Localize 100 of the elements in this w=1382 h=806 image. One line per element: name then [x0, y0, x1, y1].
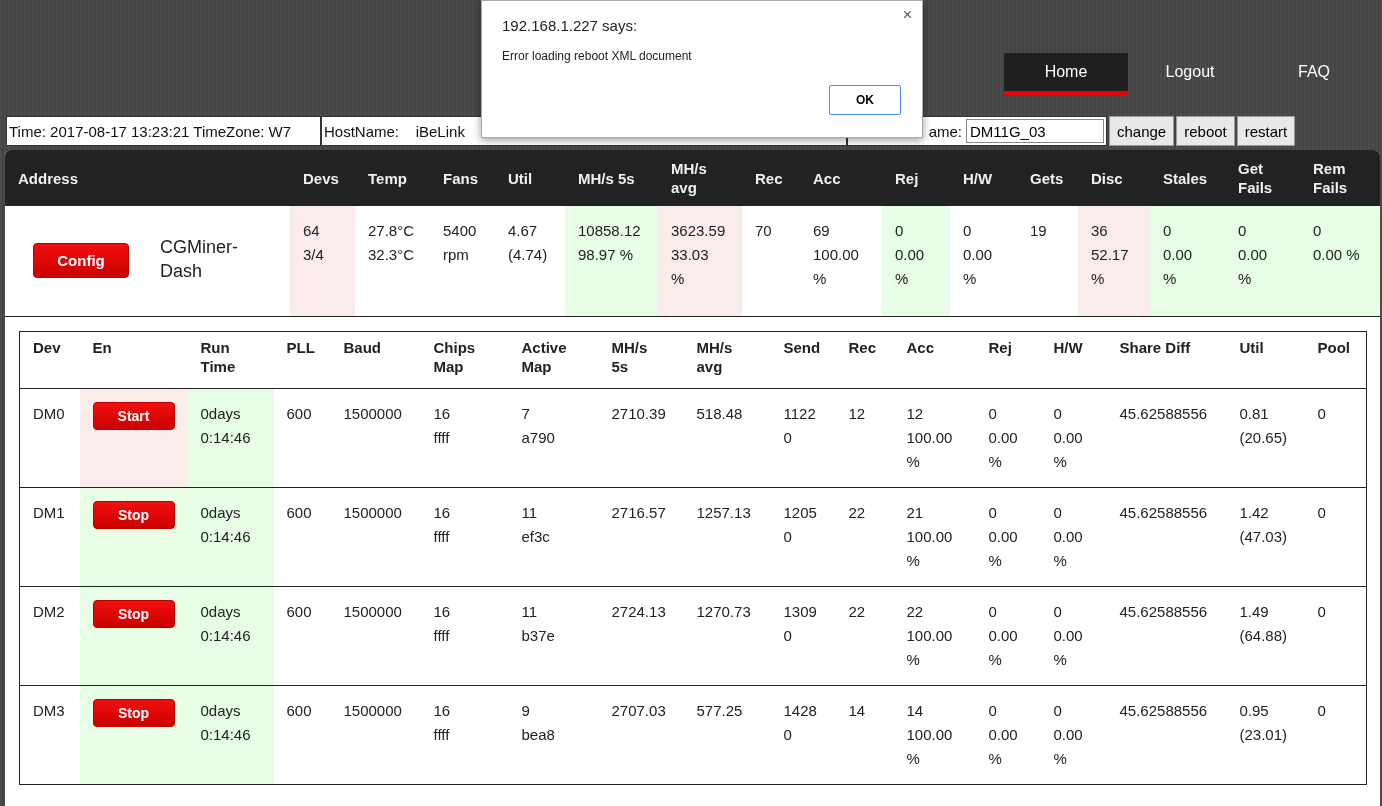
nav-tab[interactable]: Logout: [1128, 53, 1252, 95]
close-button[interactable]: ×: [900, 6, 914, 24]
table-cell: 518.48: [683, 388, 771, 487]
toggle-button[interactable]: Stop: [92, 698, 175, 727]
table-cell: DM0: [19, 388, 80, 487]
column-header: Disc: [1078, 150, 1150, 206]
table-cell: 1309 0: [770, 586, 836, 685]
column-header: Pool: [1304, 331, 1367, 388]
table-cell: 11 ef3c: [508, 487, 599, 586]
column-header: Util: [495, 150, 565, 206]
table-cell: 0 0.00 %: [1040, 487, 1107, 586]
ok-button[interactable]: OK: [829, 85, 901, 115]
table-cell: 0: [1304, 388, 1367, 487]
table-cell: 1500000: [330, 388, 421, 487]
hostname-input[interactable]: DM11G_03: [966, 119, 1104, 143]
column-header: Rem Fails: [1300, 150, 1380, 206]
table-cell: 1257.13: [683, 487, 771, 586]
table-cell: 1122 0: [770, 388, 836, 487]
table-cell: 1428 0: [770, 685, 836, 784]
table-cell: 0days 0:14:46: [187, 685, 274, 784]
table-cell: 10858.12 98.97 %: [565, 206, 658, 316]
action-button[interactable]: change: [1109, 116, 1175, 146]
column-header: Share Diff: [1106, 331, 1227, 388]
table-cell: 600: [273, 487, 331, 586]
column-header: Acc: [893, 331, 976, 388]
column-header: Rej: [975, 331, 1041, 388]
toggle-button[interactable]: Start: [92, 401, 175, 430]
table-cell: 22 100.00 %: [893, 586, 976, 685]
table-cell: 16 ffff: [420, 685, 509, 784]
table-cell: 9 bea8: [508, 685, 599, 784]
table-cell: DM2: [19, 586, 80, 685]
table-cell: 1.42 (47.03): [1226, 487, 1305, 586]
column-header: Get Fails: [1225, 150, 1300, 206]
action-button[interactable]: restart: [1236, 116, 1296, 146]
column-header: Active Map: [508, 331, 599, 388]
table-cell: 0 0.00 %: [975, 685, 1041, 784]
table-cell: 16 ffff: [420, 388, 509, 487]
dialog-message: Error loading reboot XML document: [502, 49, 692, 63]
table-cell: 600: [273, 586, 331, 685]
table-cell: 27.8°C 32.3°C: [355, 206, 430, 316]
table-cell: 0 0.00 %: [975, 586, 1041, 685]
column-header: Baud: [330, 331, 421, 388]
table-cell: DM3: [19, 685, 80, 784]
table-cell: 0days 0:14:46: [187, 388, 274, 487]
table-cell: 0 0.00 %: [950, 206, 1017, 316]
column-header: Rej: [882, 150, 950, 206]
table-cell: 36 52.17 %: [1078, 206, 1150, 316]
column-header: MH/s avg: [683, 331, 771, 388]
table-cell: 14 100.00 %: [893, 685, 976, 784]
table-cell: 0 0.00 %: [975, 388, 1041, 487]
table-cell: DM1: [19, 487, 80, 586]
column-header: H/W: [1040, 331, 1107, 388]
column-header: En: [79, 331, 188, 388]
column-header: MH/s 5s: [565, 150, 658, 206]
table-cell: 0 0.00 %: [1300, 206, 1380, 316]
table-cell: 64 3/4: [290, 206, 355, 316]
table-cell: 0: [1304, 487, 1367, 586]
table-cell: 0 0.00 %: [1040, 586, 1107, 685]
table-cell: 0days 0:14:46: [187, 487, 274, 586]
column-header: Util: [1226, 331, 1305, 388]
hostname-text: HostName: iBeLink: [324, 122, 465, 140]
table-cell: 0 0.00 %: [1150, 206, 1225, 316]
table-cell: 0 0.00 %: [1225, 206, 1300, 316]
column-header: Acc: [800, 150, 882, 206]
toggle-button[interactable]: Stop: [92, 500, 175, 529]
table-cell: 22: [835, 487, 894, 586]
table-cell: 0days 0:14:46: [187, 586, 274, 685]
table-cell: 16 ffff: [420, 586, 509, 685]
table-cell: 7 a790: [508, 388, 599, 487]
toggle-button[interactable]: Stop: [92, 599, 175, 628]
table-cell: 577.25: [683, 685, 771, 784]
table-cell: 45.62588556: [1106, 388, 1227, 487]
table-cell: 5400 rpm: [430, 206, 495, 316]
action-button[interactable]: reboot: [1176, 116, 1235, 146]
nav-tab[interactable]: Home: [1004, 53, 1128, 95]
table-cell: 1270.73: [683, 586, 771, 685]
table-cell: 0: [1304, 586, 1367, 685]
column-header: Temp: [355, 150, 430, 206]
column-header: H/W: [950, 150, 1017, 206]
table-cell: 70: [742, 206, 800, 316]
table-cell: 0 0.00 %: [975, 487, 1041, 586]
column-header: Fans: [430, 150, 495, 206]
table-cell: 45.62588556: [1106, 487, 1227, 586]
table-cell: 1.49 (64.88): [1226, 586, 1305, 685]
column-header: MH/s avg: [658, 150, 742, 206]
table-cell: 21 100.00 %: [893, 487, 976, 586]
table-cell: 1500000: [330, 586, 421, 685]
table-cell: 0 0.00 %: [882, 206, 950, 316]
table-cell: 45.62588556: [1106, 586, 1227, 685]
table-cell: 1500000: [330, 487, 421, 586]
table-cell: 0 0.00 %: [1040, 685, 1107, 784]
table-cell: 2716.57: [598, 487, 684, 586]
table-cell: 2710.39: [598, 388, 684, 487]
nav-tab[interactable]: FAQ: [1252, 53, 1376, 95]
table-cell: 0.81 (20.65): [1226, 388, 1305, 487]
new-hostname-label: ame:: [928, 122, 962, 140]
table-cell: 1205 0: [770, 487, 836, 586]
table-cell: 12: [835, 388, 894, 487]
column-header: Address: [5, 150, 290, 206]
config-button[interactable]: Config: [33, 243, 129, 279]
